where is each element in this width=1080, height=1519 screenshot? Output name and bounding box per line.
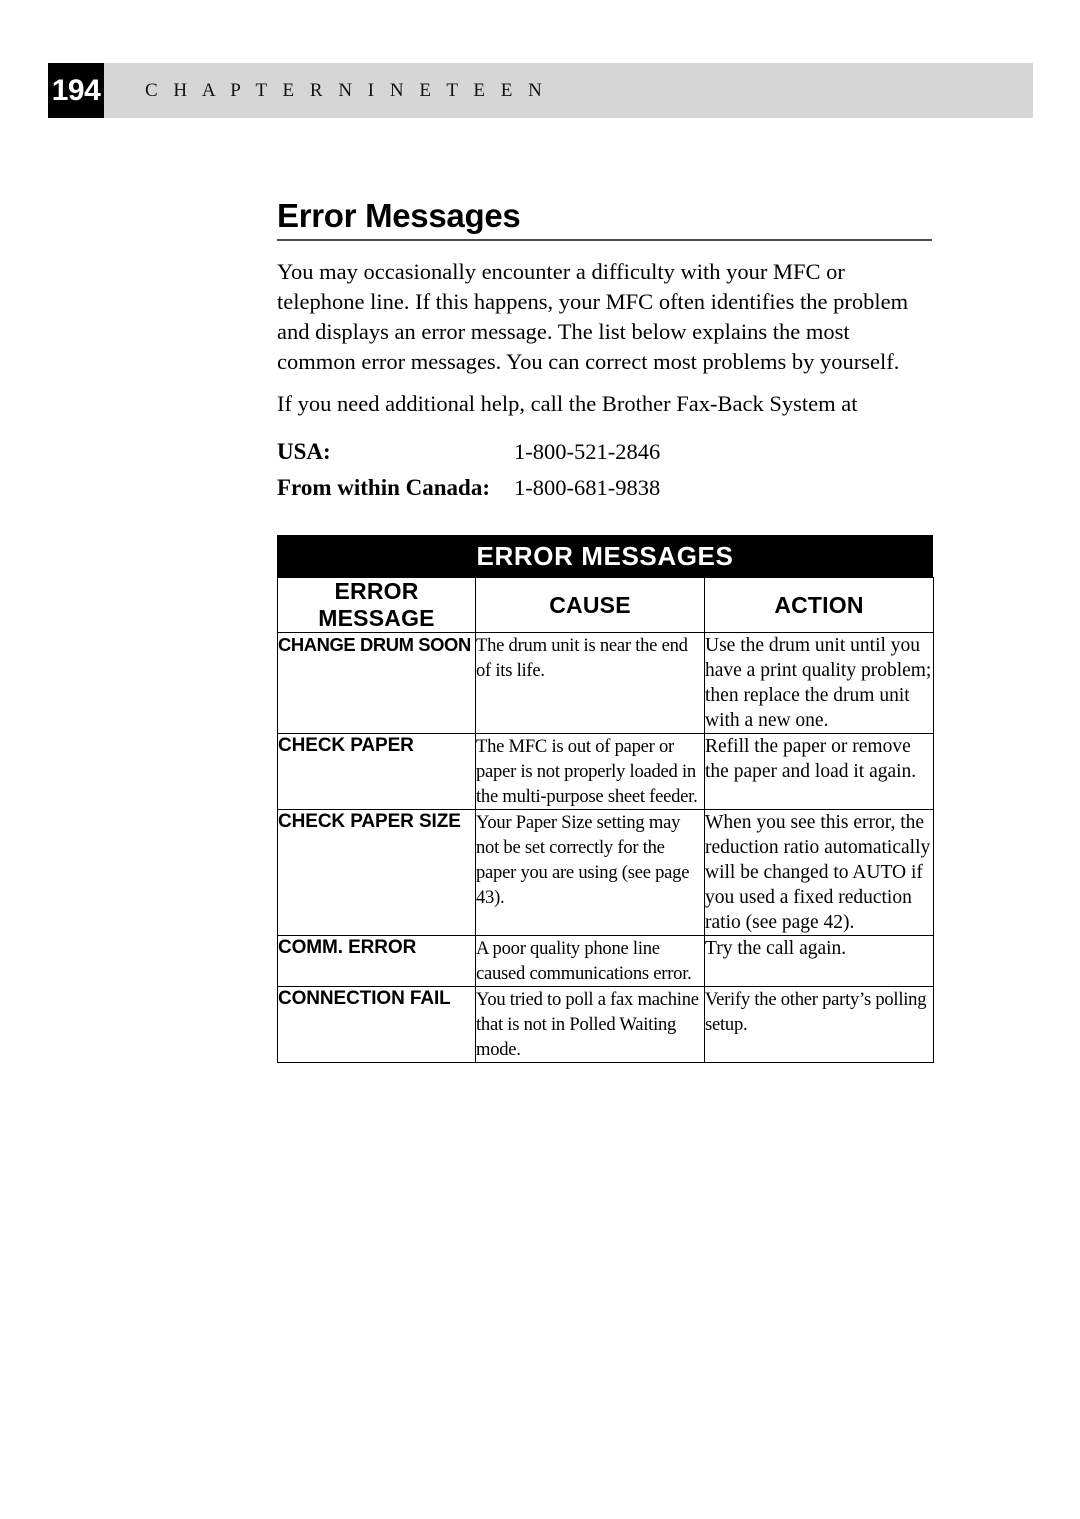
title-divider — [277, 239, 932, 241]
faxback-row: USA: 1-800-521-2846 — [277, 439, 933, 475]
faxback-number-list: USA: 1-800-521-2846 From within Canada: … — [277, 439, 933, 511]
error-messages-table-block: ERROR MESSAGES ERROR MESSAGE CAUSE ACTIO… — [277, 535, 934, 1063]
column-header-cause: CAUSE — [475, 577, 705, 633]
cell-error-message: CHECK PAPER — [277, 733, 476, 810]
cell-cause: You tried to poll a fax machine that is … — [475, 986, 705, 1063]
page-title: Error Messages — [277, 197, 521, 234]
cell-action: Use the drum unit until you have a print… — [704, 632, 934, 734]
faxback-row: From within Canada: 1-800-681-9838 — [277, 475, 933, 511]
table-row: COMM. ERROR A poor quality phone line ca… — [277, 935, 934, 987]
cell-action: When you see this error, the reduction r… — [704, 809, 934, 936]
chapter-label: C H A P T E R N I N E T E E N — [145, 79, 548, 101]
faxback-label-canada: From within Canada: — [277, 475, 490, 500]
cell-error-message: CHANGE DRUM SOON — [277, 632, 476, 734]
faxback-intro-paragraph: If you need additional help, call the Br… — [277, 391, 858, 416]
table-row: CHECK PAPER The MFC is out of paper or p… — [277, 733, 934, 810]
error-messages-table: ERROR MESSAGE CAUSE ACTION CHANGE DRUM S… — [277, 577, 934, 1063]
cell-cause: Your Paper Size setting may not be set c… — [475, 809, 705, 936]
page-number-box: 194 — [48, 63, 104, 118]
cell-error-message: COMM. ERROR — [277, 935, 476, 987]
cell-cause: The drum unit is near the end of its lif… — [475, 632, 705, 734]
table-row: CHANGE DRUM SOON The drum unit is near t… — [277, 632, 934, 734]
cell-cause: The MFC is out of paper or paper is not … — [475, 733, 705, 810]
cell-action: Refill the paper or remove the paper and… — [704, 733, 934, 810]
cell-cause: A poor quality phone line caused communi… — [475, 935, 705, 987]
faxback-number-usa: 1-800-521-2846 — [514, 439, 661, 464]
column-header-action: ACTION — [704, 577, 934, 633]
cell-error-message: CHECK PAPER SIZE — [277, 809, 476, 936]
faxback-label-usa: USA: — [277, 439, 331, 464]
table-row: CONNECTION FAIL You tried to poll a fax … — [277, 986, 934, 1063]
faxback-number-canada: 1-800-681-9838 — [514, 475, 661, 500]
cell-action: Try the call again. — [704, 935, 934, 987]
table-header-row: ERROR MESSAGE CAUSE ACTION — [277, 577, 934, 633]
cell-action: Verify the other party’s polling setup. — [704, 986, 934, 1063]
table-row: CHECK PAPER SIZE Your Paper Size setting… — [277, 809, 934, 936]
intro-paragraph: You may occasionally encounter a difficu… — [277, 259, 909, 374]
page-number: 194 — [51, 73, 101, 107]
error-table-banner: ERROR MESSAGES — [277, 535, 933, 577]
page-running-header: 194 C H A P T E R N I N E T E E N — [48, 63, 1033, 118]
content-column: Error Messages You may occasionally enco… — [277, 196, 934, 1063]
column-header-error-message: ERROR MESSAGE — [277, 577, 476, 633]
cell-error-message: CONNECTION FAIL — [277, 986, 476, 1063]
